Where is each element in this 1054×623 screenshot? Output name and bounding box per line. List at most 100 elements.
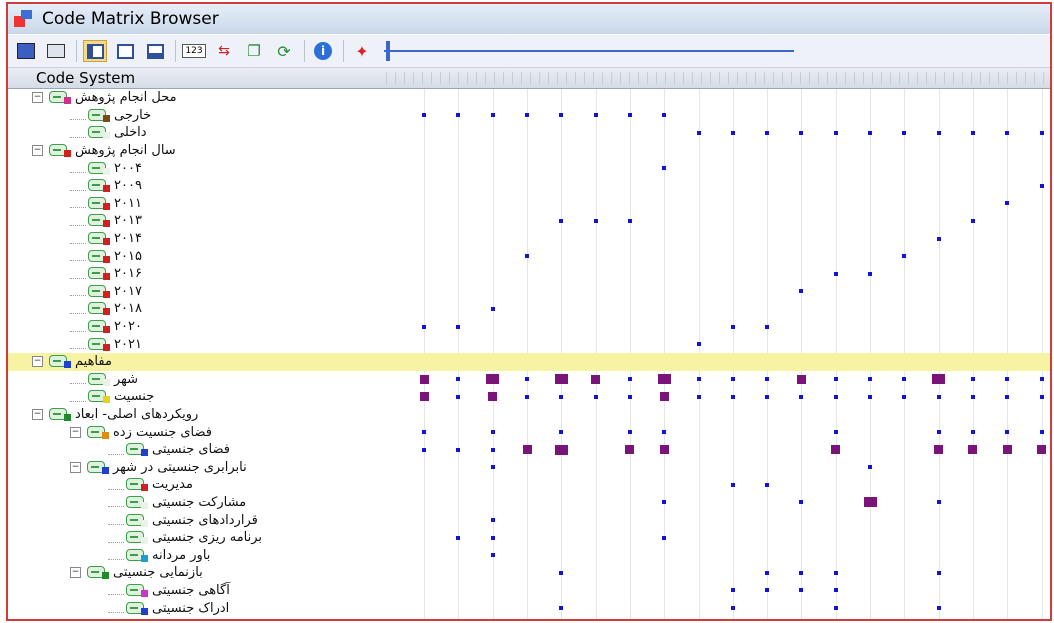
zoom-slider-thumb[interactable] [386,41,390,61]
matrix-cell-mark[interactable] [1039,394,1044,399]
matrix-cell-mark[interactable] [1039,130,1044,135]
matrix-cell-mark[interactable] [657,374,671,385]
export-icon[interactable] [14,40,38,62]
matrix-cell-mark[interactable] [662,500,667,505]
code-tree-item[interactable]: ۲۰۱۷ [70,283,142,301]
matrix-cell-mark[interactable] [730,377,735,382]
code-row[interactable]: − بازنمایی جنسیتی [8,564,1050,582]
matrix-cell-mark[interactable] [525,254,530,259]
matrix-cell-mark[interactable] [456,394,461,399]
matrix-cell-mark[interactable] [902,394,907,399]
code-row[interactable]: مشارکت جنسیتی [8,494,1050,512]
matrix-cell-mark[interactable] [1037,445,1047,455]
code-row[interactable]: ۲۰۰۹ [8,177,1050,195]
matrix-cell-mark[interactable] [799,500,804,505]
collapse-icon[interactable]: − [32,145,43,157]
matrix-cell-mark[interactable] [730,324,735,329]
code-tree-item[interactable]: ۲۰۱۱ [70,195,142,213]
matrix-cell-mark[interactable] [559,430,564,435]
code-tree-item[interactable]: خارجی [70,107,151,125]
matrix-cell-mark[interactable] [525,113,530,118]
matrix-cell-mark[interactable] [833,377,838,382]
collapse-icon[interactable]: − [70,461,81,473]
matrix-cell-mark[interactable] [970,130,975,135]
matrix-cell-mark[interactable] [593,113,598,118]
matrix-cell-mark[interactable] [627,394,632,399]
matrix-cell-mark[interactable] [863,497,877,508]
matrix-cell-mark[interactable] [833,394,838,399]
matrix-cell-mark[interactable] [559,394,564,399]
code-tree-item[interactable]: ۲۰۱۸ [70,300,142,318]
run-icon[interactable]: ✦ [350,40,374,62]
matrix-cell-mark[interactable] [1039,430,1044,435]
matrix-cell-mark[interactable] [1005,130,1010,135]
matrix-cell-mark[interactable] [833,430,838,435]
matrix-cell-mark[interactable] [419,374,429,384]
layout-bottom-icon[interactable] [143,40,167,62]
matrix-cell-mark[interactable] [490,535,495,540]
collapse-icon[interactable]: − [70,426,81,438]
code-tree-item[interactable]: فضای جنسیتی [108,441,230,459]
matrix-cell-mark[interactable] [730,394,735,399]
code-tree-item[interactable]: برنامه ریزی جنسیتی [108,529,262,547]
copy-icon[interactable]: ❐ [242,40,266,62]
matrix-cell-mark[interactable] [970,218,975,223]
matrix-cell-mark[interactable] [696,394,701,399]
zoom-slider[interactable] [384,41,794,61]
matrix-cell-mark[interactable] [627,218,632,223]
matrix-cell-mark[interactable] [730,606,735,611]
matrix-cell-mark[interactable] [868,130,873,135]
matrix-cell-mark[interactable] [902,130,907,135]
code-tree-item[interactable]: − نابرابری جنسیتی در شهر [70,458,247,476]
matrix-cell-mark[interactable] [662,535,667,540]
matrix-cell-mark[interactable] [525,377,530,382]
matrix-cell-mark[interactable] [936,236,941,241]
matrix-cell-mark[interactable] [490,465,495,470]
matrix-cell-mark[interactable] [490,306,495,311]
code-row[interactable]: − سال انجام پژوهش [8,142,1050,160]
matrix-cell-mark[interactable] [1039,183,1044,188]
matrix-cell-mark[interactable] [486,374,500,385]
matrix-cell-mark[interactable] [627,113,632,118]
code-row[interactable]: قراردادهای جنسیتی [8,511,1050,529]
matrix-cell-mark[interactable] [799,570,804,575]
matrix-cell-mark[interactable] [765,324,770,329]
code-tree-item[interactable]: مشارکت جنسیتی [108,494,246,512]
code-tree-item[interactable]: ۲۰۲۱ [70,335,142,353]
collapse-icon[interactable]: − [70,567,81,579]
code-tree-item[interactable]: ۲۰۰۹ [70,177,142,195]
matrix-cell-mark[interactable] [833,570,838,575]
code-tree-item[interactable]: مدیریت [108,476,193,494]
code-row[interactable]: ادراک جنسیتی [8,599,1050,617]
code-row[interactable]: باور مردانه [8,546,1050,564]
code-row[interactable]: − نابرابری جنسیتی در شهر [8,458,1050,476]
matrix-cell-mark[interactable] [902,254,907,259]
code-row[interactable]: ۲۰۱۵ [8,247,1050,265]
matrix-cell-mark[interactable] [868,394,873,399]
code-row[interactable]: ۲۰۱۷ [8,283,1050,301]
matrix-cell-mark[interactable] [799,130,804,135]
code-row[interactable]: − مفاهیم [8,352,1050,371]
matrix-cell-mark[interactable] [559,606,564,611]
matrix-cell-mark[interactable] [593,218,598,223]
matrix-cell-mark[interactable] [490,430,495,435]
matrix-cell-mark[interactable] [765,130,770,135]
matrix-cell-mark[interactable] [868,465,873,470]
code-tree-item[interactable]: − سال انجام پژوهش [32,142,176,160]
code-row[interactable]: ۲۰۲۰ [8,318,1050,336]
code-row[interactable]: − فضای جنسیت زده [8,423,1050,441]
matrix-cell-mark[interactable] [932,374,946,385]
arrows-icon[interactable]: ⇆ [212,40,236,62]
code-row[interactable]: ۲۰۰۴ [8,159,1050,177]
matrix-cell-mark[interactable] [833,271,838,276]
matrix-cell-mark[interactable] [422,430,427,435]
code-tree-item[interactable]: ۲۰۱۶ [70,265,142,283]
matrix-cell-mark[interactable] [525,394,530,399]
matrix-cell-mark[interactable] [662,113,667,118]
refresh-icon[interactable]: ⟳ [272,40,296,62]
matrix-cell-mark[interactable] [696,342,701,347]
code-tree-item[interactable]: شهر [70,371,138,389]
matrix-cell-mark[interactable] [554,444,568,455]
code-tree-item[interactable]: ۲۰۰۴ [70,159,142,177]
collapse-icon[interactable]: − [32,356,43,368]
